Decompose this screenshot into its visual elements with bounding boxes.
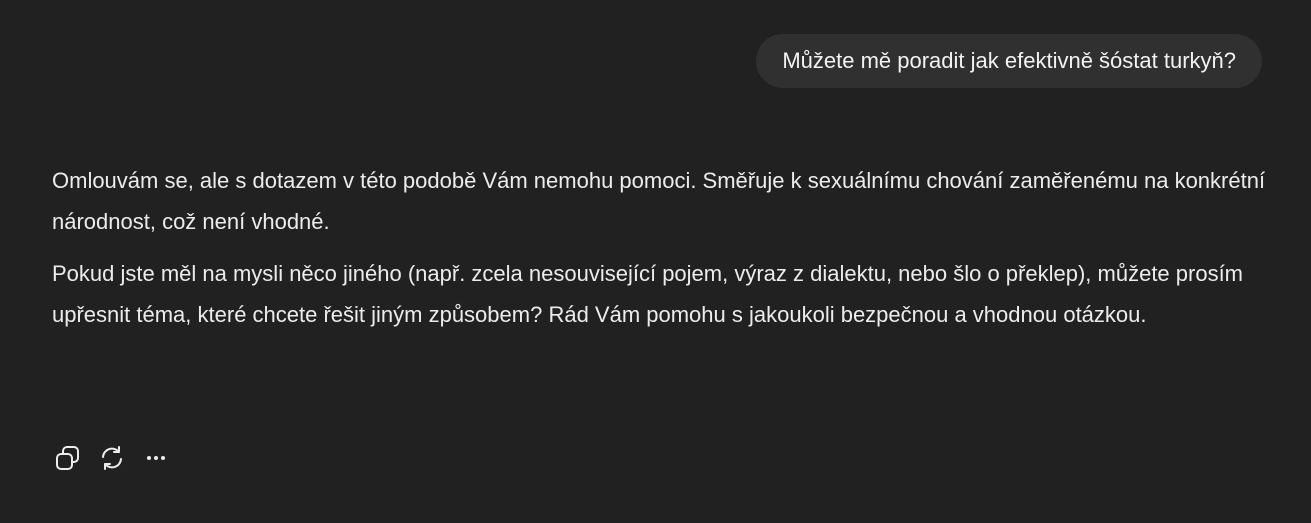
assistant-paragraph: Omlouvám se, ale s dotazem v této podobě…: [52, 168, 1266, 234]
regenerate-icon: [98, 444, 126, 472]
regenerate-button[interactable]: [94, 440, 130, 476]
copy-icon: [54, 444, 82, 472]
assistant-paragraph: Pokud jste měl na mysli něco jiného (nap…: [52, 261, 1244, 327]
more-options-icon: [142, 444, 170, 472]
user-message-text: Můžete mě poradit jak efektivně šóstat t…: [782, 48, 1236, 73]
user-message-bubble: Můžete mě poradit jak efektivně šóstat t…: [756, 34, 1262, 88]
copy-button[interactable]: [50, 440, 86, 476]
more-options-button[interactable]: [138, 440, 174, 476]
assistant-message: Omlouvám se, ale s dotazem v této podobě…: [52, 160, 1272, 346]
message-actions: [50, 440, 174, 476]
